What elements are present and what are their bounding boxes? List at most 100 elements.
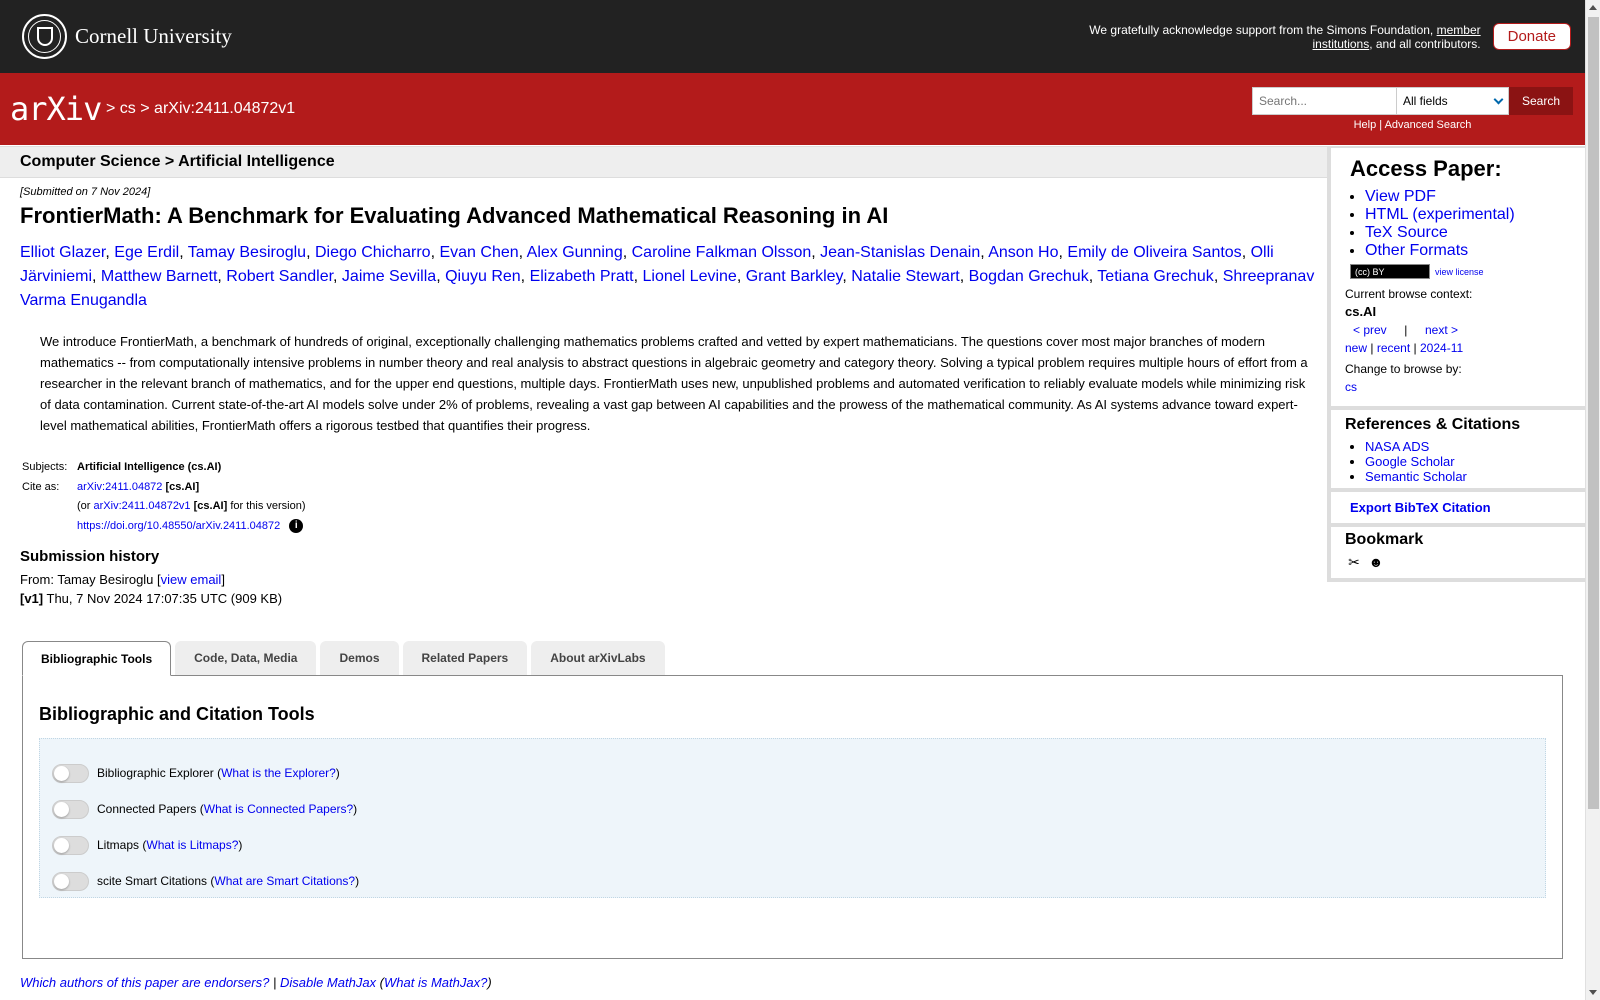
tool-toggle[interactable] (52, 799, 89, 819)
nav-separator: | (1370, 341, 1374, 355)
search-form: All fields Search Help | Advanced Search (1251, 87, 1573, 131)
advanced-search-link[interactable]: Advanced Search (1385, 119, 1472, 131)
cite-id-link[interactable]: arXiv:2411.04872 (77, 481, 162, 493)
tool-toggle[interactable] (52, 835, 89, 855)
breadcrumb-cs[interactable]: cs (120, 100, 136, 117)
cite-version-link[interactable]: arXiv:2411.04872v1 (94, 500, 191, 512)
next-link[interactable]: next > (1425, 321, 1458, 339)
access-link[interactable]: TeX Source (1365, 224, 1448, 241)
search-field-select[interactable]: All fields (1396, 87, 1509, 115)
tool-info-link[interactable]: What is the Explorer? (221, 766, 336, 780)
support-prefix: We gratefully acknowledge support from t… (1089, 22, 1434, 37)
tab-bibliographic-tools[interactable]: Bibliographic Tools (22, 641, 172, 676)
tab-code-data-media[interactable]: Code, Data, Media (175, 641, 317, 675)
access-link[interactable]: View PDF (1365, 188, 1436, 205)
search-input[interactable] (1251, 87, 1397, 115)
author-link[interactable]: Tamay Besiroglu (188, 244, 306, 261)
support-suffix: , and all contributors. (1369, 36, 1481, 51)
support-message: We gratefully acknowledge support from t… (1081, 22, 1481, 51)
disable-mathjax-link[interactable]: Disable MathJax (280, 975, 376, 990)
cite-or-text: (or (77, 500, 91, 512)
author-list: Elliot Glazer, Ege Erdil, Tamay Besirogl… (20, 244, 1315, 309)
author-link[interactable]: Alex Gunning (527, 244, 623, 261)
help-link[interactable]: Help (1354, 119, 1377, 131)
author-link[interactable]: Lionel Levine (643, 268, 737, 285)
author-link[interactable]: Caroline Falkman Olsson (632, 244, 812, 261)
main-content: Computer Science > Artificial Intelligen… (0, 146, 1327, 608)
extra-services: Access Paper: View PDFHTML (experimental… (1327, 146, 1585, 582)
export-bibtex-link[interactable]: Export BibTeX Citation (1345, 496, 1491, 519)
bibsonomy-icon[interactable]: ✂ (1345, 553, 1363, 571)
panel-title: Bibliographic and Citation Tools (39, 704, 315, 724)
tool-info-link[interactable]: What is Litmaps? (146, 838, 238, 852)
author-link[interactable]: Jean-Stanislas Denain (820, 244, 980, 261)
chevron-down-icon (1493, 94, 1504, 104)
info-icon[interactable]: i (289, 518, 304, 533)
access-links: View PDFHTML (experimental)TeX SourceOth… (1365, 188, 1585, 260)
references-links: NASA ADSGoogle ScholarSemantic Scholar (1365, 439, 1585, 484)
view-email-link[interactable]: view email (161, 572, 222, 587)
tool-toggle[interactable] (52, 763, 89, 783)
author-link[interactable]: Bogdan Grechuk (969, 268, 1089, 285)
scroll-up-arrow-icon[interactable] (1589, 5, 1597, 10)
search-field-value: All fields (1402, 94, 1448, 108)
bibtex-box: Export BibTeX Citation (1327, 492, 1585, 527)
tab-about-arxivlabs[interactable]: About arXivLabs (531, 641, 665, 675)
donate-button[interactable]: Donate (1492, 23, 1571, 50)
author-link[interactable]: Diego Chicharro (315, 244, 431, 261)
version-date: Thu, 7 Nov 2024 17:07:35 UTC (909 KB) (46, 591, 283, 606)
new-link[interactable]: new (1345, 341, 1367, 355)
tool-toggle[interactable] (52, 871, 89, 891)
author-link[interactable]: Matthew Barnett (101, 268, 218, 285)
author-link[interactable]: Jaime Sevilla (342, 268, 436, 285)
author-link[interactable]: Tetiana Grechuk (1097, 268, 1214, 285)
subjects-label: Subjects: (22, 461, 68, 473)
author-link[interactable]: Anson Ho (988, 244, 1058, 261)
author-link[interactable]: Natalie Stewart (851, 268, 960, 285)
reference-link[interactable]: Semantic Scholar (1365, 469, 1467, 484)
version-label: [v1] (20, 591, 44, 606)
tool-info-link[interactable]: What are Smart Citations? (214, 874, 355, 888)
recent-link[interactable]: recent (1377, 341, 1410, 355)
search-button[interactable]: Search (1508, 87, 1573, 115)
author-link[interactable]: Elizabeth Pratt (530, 268, 634, 285)
view-license-link[interactable]: view license (1435, 267, 1484, 277)
toggle-knob (54, 873, 69, 889)
prev-link[interactable]: < prev (1353, 321, 1387, 339)
doi-link[interactable]: https://doi.org/10.48550/arXiv.2411.0487… (77, 520, 280, 532)
reference-link[interactable]: NASA ADS (1365, 439, 1429, 454)
browse-cs-link[interactable]: cs (1345, 380, 1357, 394)
reference-link[interactable]: Google Scholar (1365, 454, 1455, 469)
footer-separator: | (272, 975, 277, 990)
access-link[interactable]: HTML (experimental) (1365, 206, 1515, 223)
cc-license-badge[interactable]: (cc) BY (1350, 264, 1430, 279)
cornell-logo[interactable]: Cornell University (22, 14, 232, 59)
toggle-knob (54, 837, 69, 853)
page-scrollbar[interactable] (1585, 0, 1600, 1000)
author-link[interactable]: Elliot Glazer (20, 244, 105, 261)
author-link[interactable]: Evan Chen (439, 244, 518, 261)
cite-version-suffix: for this version) (230, 500, 306, 512)
month-link[interactable]: 2024-11 (1420, 341, 1463, 355)
nav-separator: | (1413, 341, 1417, 355)
references-box: References & Citations NASA ADSGoogle Sc… (1327, 410, 1585, 492)
author-link[interactable]: Robert Sandler (226, 268, 333, 285)
author-link[interactable]: Ege Erdil (114, 244, 179, 261)
subjects-value: Artificial Intelligence (cs.AI) (77, 461, 222, 473)
reddit-icon[interactable]: ☻ (1367, 553, 1385, 571)
nav-separator: | (1404, 323, 1408, 337)
access-link[interactable]: Other Formats (1365, 242, 1468, 259)
what-is-mathjax-link[interactable]: What is MathJax? (384, 975, 487, 990)
scrollbar-thumb[interactable] (1588, 17, 1599, 809)
endorsers-link[interactable]: Which authors of this paper are endorser… (20, 975, 269, 990)
scroll-down-arrow-icon[interactable] (1589, 990, 1597, 995)
tab-related-papers[interactable]: Related Papers (402, 641, 528, 675)
tool-info-link[interactable]: What is Connected Papers? (204, 802, 353, 816)
arxiv-logo[interactable]: arXiv (10, 89, 102, 129)
author-link[interactable]: Emily de Oliveira Santos (1067, 244, 1241, 261)
author-link[interactable]: Qiuyu Ren (445, 268, 521, 285)
author-link[interactable]: Grant Barkley (746, 268, 843, 285)
institution-bar: Cornell University We gratefully acknowl… (0, 0, 1585, 73)
tab-demos[interactable]: Demos (320, 641, 399, 675)
tool-row: scite Smart Citations (What are Smart Ci… (40, 863, 1545, 899)
